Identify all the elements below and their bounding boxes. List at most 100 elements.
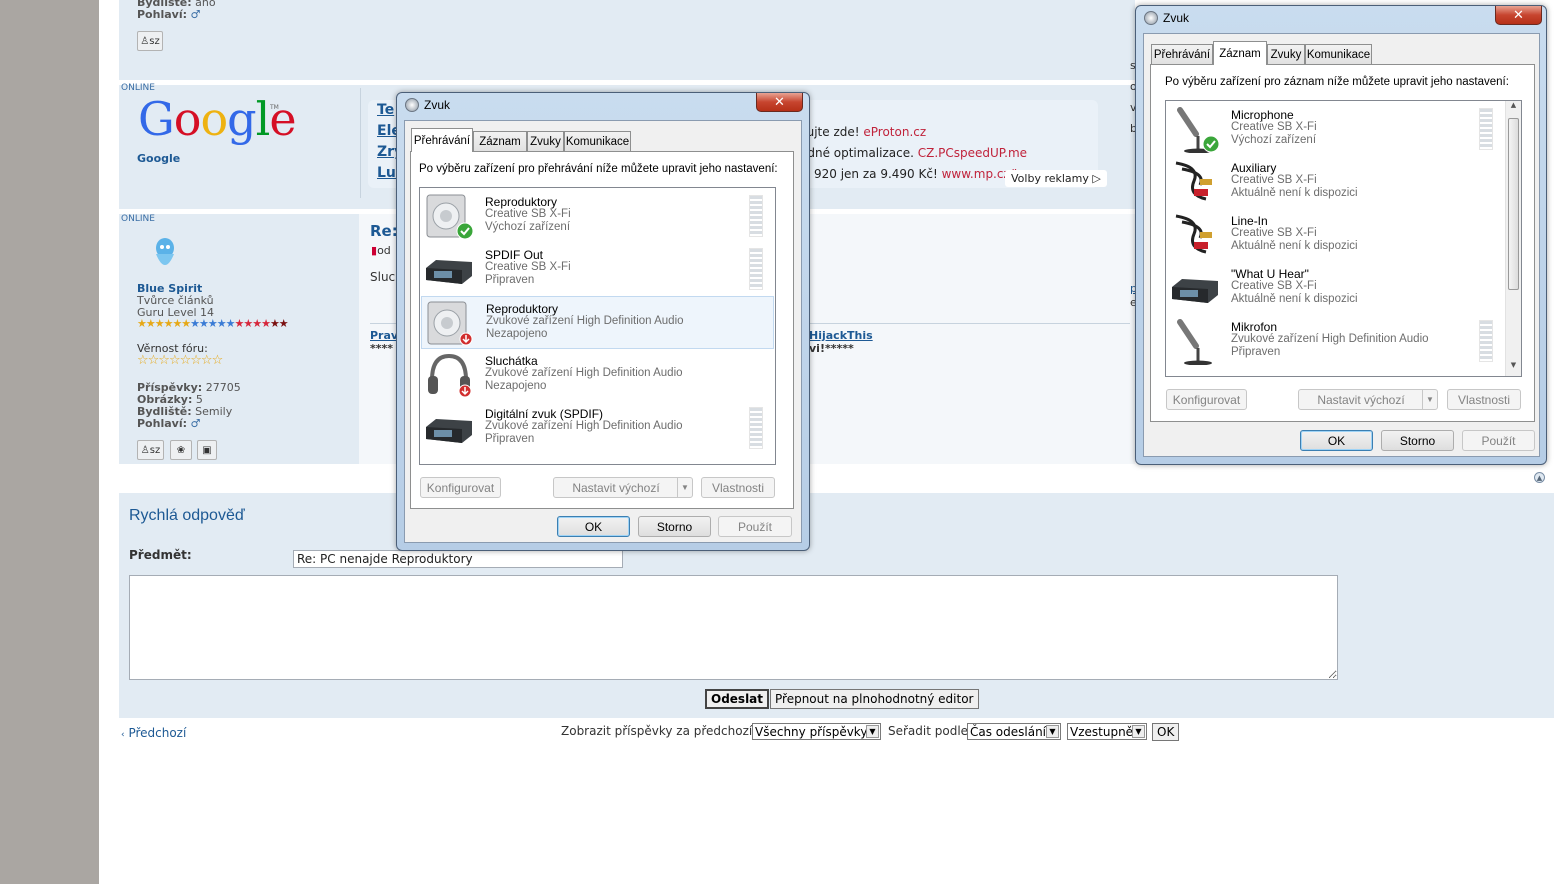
device-list-2[interactable]: Microphone Creative SB X-Fi Výchozí zaříze…: [1165, 100, 1522, 377]
device-name: Digitální zvuk (SPDIF): [485, 407, 604, 421]
device-box-icon: [424, 246, 474, 293]
device-status: Připraven: [485, 274, 535, 286]
configure-button[interactable]: Konfigurovat: [420, 477, 501, 498]
ad-options[interactable]: Volby reklamy ▷: [1005, 170, 1107, 187]
device-name: Microphone: [1231, 108, 1294, 122]
posts-count: 27705: [205, 381, 241, 394]
tab-sounds[interactable]: Zvuky: [527, 131, 564, 152]
previous-link[interactable]: ‹ Předchozí: [121, 726, 186, 740]
sz-button-2[interactable]: ♙ sz: [137, 440, 164, 460]
show-posts-value: Všechny příspěvky: [755, 724, 868, 739]
close-button[interactable]: ✕: [756, 93, 803, 112]
sound-dialog-playback: Zvuk ✕ Přehrávání Záznam Zvuky Komunikac…: [396, 92, 810, 551]
device-item[interactable]: Reproduktory Zvukové zařízení High Defini…: [421, 296, 774, 349]
ad-text-2: odné optimalizace. CZ.PCspeedUP.me: [800, 146, 1027, 160]
close-icon-2: ✕: [1513, 7, 1524, 23]
quick-reply-title: Rychlá odpověď: [129, 507, 245, 524]
order-select[interactable]: Vzestupně ▼: [1067, 723, 1147, 740]
user-icon: ♙: [140, 35, 150, 47]
message-textarea[interactable]: [129, 575, 1338, 680]
sort-select[interactable]: Čas odeslání ▼: [967, 723, 1061, 740]
apply-button-2[interactable]: Použít: [1462, 430, 1535, 451]
subject-input[interactable]: [293, 550, 623, 568]
ad-link-1[interactable]: Te: [377, 102, 394, 118]
device-item[interactable]: SPDIF Out Creative SB X-Fi Připraven: [421, 243, 774, 296]
scroll-up-icon[interactable]: ▲: [1506, 101, 1521, 116]
tab-playback-2[interactable]: Přehrávání: [1151, 44, 1213, 65]
tab-playback[interactable]: Přehrávání: [411, 128, 473, 152]
flower-button[interactable]: ❀: [170, 440, 192, 460]
set-default-label-2: Nastavit výchozí: [1317, 392, 1405, 407]
tab-recording-2[interactable]: Záznam: [1213, 41, 1267, 65]
send-button[interactable]: Odeslat: [705, 689, 770, 709]
cancel-button-2[interactable]: Storno: [1381, 430, 1454, 451]
show-posts-select[interactable]: Všechny příspěvky ▼: [752, 723, 881, 740]
full-editor-button[interactable]: Přepnout na plnohodnotný editor: [770, 689, 979, 709]
device-box-icon: [424, 405, 474, 452]
device-item[interactable]: Mikrofon Zvukové zařízení High Definition…: [1167, 315, 1520, 368]
properties-button-2[interactable]: Vlastnosti: [1447, 389, 1521, 410]
rank-stars: ★★★★★★★★★★★★★★★★★: [137, 317, 289, 330]
speaker-icon: [424, 193, 474, 240]
configure-button-2[interactable]: Konfigurovat: [1166, 389, 1247, 410]
tab-recording[interactable]: Záznam: [473, 131, 527, 152]
gender-row: Pohlaví: ♂: [137, 417, 200, 430]
device-item[interactable]: Line-In Creative SB X-Fi Aktuálně není k d…: [1167, 209, 1520, 262]
device-item[interactable]: "What U Hear" Creative SB X-Fi Aktuálně ne…: [1167, 262, 1520, 315]
level-meter: [749, 195, 763, 237]
device-driver: Creative SB X-Fi: [485, 261, 571, 273]
chevron-down-icon-2: ▼: [1422, 390, 1437, 409]
device-driver: Zvukové zařízení High Definition Audio: [485, 420, 683, 432]
google-username[interactable]: Google: [137, 152, 180, 165]
cancel-button[interactable]: Storno: [638, 516, 711, 537]
ok-button[interactable]: OK: [557, 516, 630, 537]
rca-cable-icon: [1170, 159, 1220, 206]
scroll-thumb[interactable]: [1508, 118, 1519, 290]
scroll-top-icon[interactable]: ▲: [1534, 472, 1545, 483]
sz-label-2: sz: [149, 444, 161, 456]
device-driver: Zvukové zařízení High Definition Audio: [485, 367, 683, 379]
set-default-button-2[interactable]: Nastavit výchozí ▼: [1298, 389, 1438, 410]
dialog-client-2: Přehrávání Záznam Zvuky Komunikace Po vý…: [1143, 33, 1540, 457]
device-status: Nezapojeno: [485, 380, 547, 392]
avatar[interactable]: [152, 236, 178, 274]
dialog-client: Přehrávání Záznam Zvuky Komunikace Po vý…: [404, 120, 802, 543]
set-default-button[interactable]: Nastavit výchozí ▼: [553, 477, 693, 498]
device-list[interactable]: Reproduktory Creative SB X-Fi Výchozí zaří…: [419, 187, 776, 465]
sig-stars-left: ****: [370, 342, 394, 355]
sz-button[interactable]: ♙ sz: [137, 31, 163, 51]
device-name: Line-In: [1231, 214, 1268, 228]
sort-value: Čas odeslání: [970, 724, 1047, 739]
dropdown-arrow-icon: ▼: [1132, 725, 1145, 738]
scrollbar[interactable]: ▲ ▼: [1505, 101, 1521, 376]
location-value: Semily: [195, 405, 233, 418]
rca-cable-icon: [1170, 212, 1220, 259]
camera-icon: ▣: [202, 444, 212, 456]
scroll-down-icon[interactable]: ▼: [1506, 361, 1521, 376]
device-item[interactable]: Auxiliary Creative SB X-Fi Aktuálně není k…: [1167, 156, 1520, 209]
ok-button-2[interactable]: OK: [1300, 430, 1373, 451]
properties-button[interactable]: Vlastnosti: [701, 477, 775, 498]
close-button-2[interactable]: ✕: [1495, 6, 1542, 25]
device-item[interactable]: Microphone Creative SB X-Fi Výchozí zaříze…: [1167, 103, 1520, 156]
user-icon-2: ♙: [140, 444, 150, 456]
device-item[interactable]: Sluchátka Zvukové zařízení High Definitio…: [421, 349, 774, 402]
previous-link-label: Předchozí: [128, 726, 187, 740]
level-meter: [749, 407, 763, 449]
sig-link-right[interactable]: HijackThis: [809, 329, 873, 342]
device-box-icon: [1170, 265, 1220, 312]
device-item[interactable]: Reproduktory Creative SB X-Fi Výchozí zaří…: [421, 190, 774, 243]
tab-communication[interactable]: Komunikace: [564, 131, 631, 152]
ad-url-2[interactable]: CZ.PCspeedUP.me: [918, 146, 1027, 160]
bottom-ok-button[interactable]: OK: [1152, 723, 1180, 741]
online-badge-2: ONLINE: [121, 214, 155, 224]
device-status: Aktuálně není k dispozici: [1231, 187, 1358, 199]
device-item[interactable]: Digitální zvuk (SPDIF) Zvukové zařízení H…: [421, 402, 774, 455]
tab-communication-2[interactable]: Komunikace: [1305, 44, 1372, 65]
camera-button[interactable]: ▣: [197, 440, 217, 460]
ad-url-1[interactable]: eProton.cz: [863, 125, 926, 139]
sig-link-right-text[interactable]: HijackThis: [809, 329, 873, 342]
device-name: Sluchátka: [485, 354, 538, 368]
apply-button[interactable]: Použít: [718, 516, 792, 537]
tab-sounds-2[interactable]: Zvuky: [1267, 44, 1305, 65]
